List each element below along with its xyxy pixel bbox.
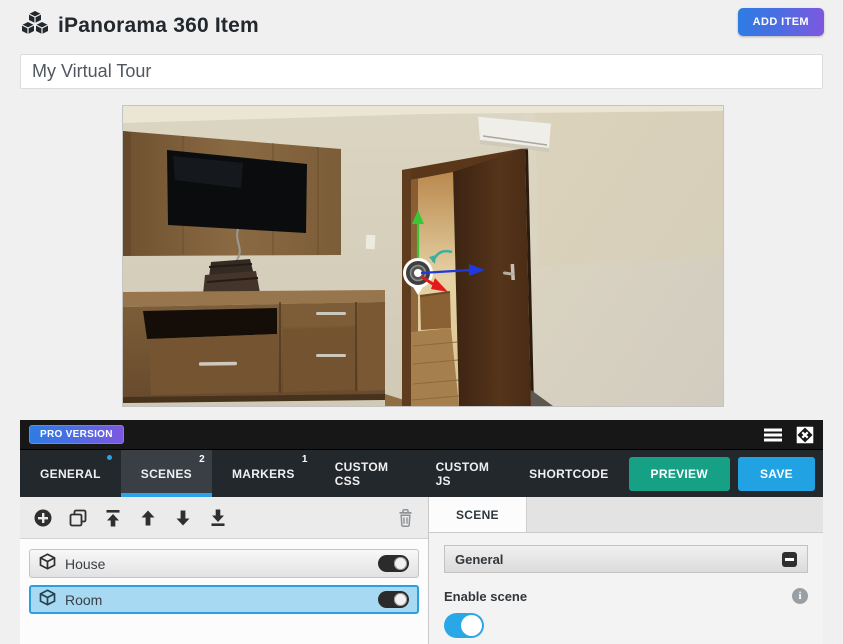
collapse-section-button[interactable] xyxy=(782,552,797,567)
tab-scenes[interactable]: SCENES 2 xyxy=(121,450,212,497)
widget-tabs: GENERAL SCENES 2 MARKERS 1 CUSTOM CSS CU… xyxy=(20,450,823,497)
menu-icon[interactable] xyxy=(763,427,783,443)
move-down-icon[interactable] xyxy=(173,508,193,528)
enable-scene-toggle[interactable] xyxy=(444,613,484,638)
widget-topbar: PRO VERSION xyxy=(20,420,823,450)
scene-list-panel: House Room xyxy=(20,497,429,644)
settings-widget: PRO VERSION xyxy=(20,420,823,644)
move-to-top-icon[interactable] xyxy=(103,508,123,528)
add-item-button[interactable]: ADD ITEM xyxy=(738,8,824,36)
scene-list: House Room xyxy=(20,539,428,631)
section-general-header[interactable]: General xyxy=(444,545,808,573)
add-scene-icon[interactable] xyxy=(33,508,53,528)
move-to-bottom-icon[interactable] xyxy=(208,508,228,528)
preview-button[interactable]: PREVIEW xyxy=(629,457,730,491)
tab-custom-css[interactable]: CUSTOM CSS xyxy=(315,450,416,497)
ipanorama-admin-page: iPanorama 360 Item ADD ITEM xyxy=(0,0,843,644)
tab-custom-js[interactable]: CUSTOM JS xyxy=(416,450,510,497)
tab-general[interactable]: GENERAL xyxy=(20,450,121,497)
scene-name: House xyxy=(65,556,105,572)
page-header: iPanorama 360 Item xyxy=(22,11,259,41)
scene-row-house[interactable]: House xyxy=(29,549,419,578)
fullscreen-icon[interactable] xyxy=(796,426,814,444)
scene-enabled-toggle[interactable] xyxy=(378,591,409,608)
scene-enabled-toggle[interactable] xyxy=(378,555,409,572)
enable-scene-label: Enable scene xyxy=(444,589,527,604)
scene-cube-icon xyxy=(39,589,56,611)
tour-title-input[interactable] xyxy=(20,54,823,89)
scene-row-room[interactable]: Room xyxy=(29,585,419,614)
scene-cube-icon xyxy=(39,553,56,575)
panorama-image xyxy=(123,106,723,406)
page-title: iPanorama 360 Item xyxy=(58,14,259,38)
save-button[interactable]: SAVE xyxy=(738,457,815,491)
markers-count-badge: 1 xyxy=(302,454,308,465)
tab-markers[interactable]: MARKERS 1 xyxy=(212,450,315,497)
inspector-tabstrip: SCENE xyxy=(429,497,823,533)
tab-shortcode[interactable]: SHORTCODE xyxy=(509,450,628,497)
delete-scene-icon[interactable] xyxy=(396,508,415,528)
move-up-icon[interactable] xyxy=(138,508,158,528)
inspector-tab-scene[interactable]: SCENE xyxy=(429,497,527,532)
duplicate-scene-icon[interactable] xyxy=(68,508,88,528)
pro-version-button[interactable]: PRO VERSION xyxy=(29,425,124,444)
scenes-count-badge: 2 xyxy=(199,454,205,465)
info-icon[interactable] xyxy=(792,588,808,604)
scene-name: Room xyxy=(65,592,102,608)
general-notification-dot xyxy=(107,455,112,460)
inspector-panel: SCENE General Enable scene xyxy=(429,497,823,644)
scene-toolbar xyxy=(20,497,428,539)
panorama-viewport[interactable] xyxy=(122,105,724,407)
cubes-icon xyxy=(22,11,49,41)
